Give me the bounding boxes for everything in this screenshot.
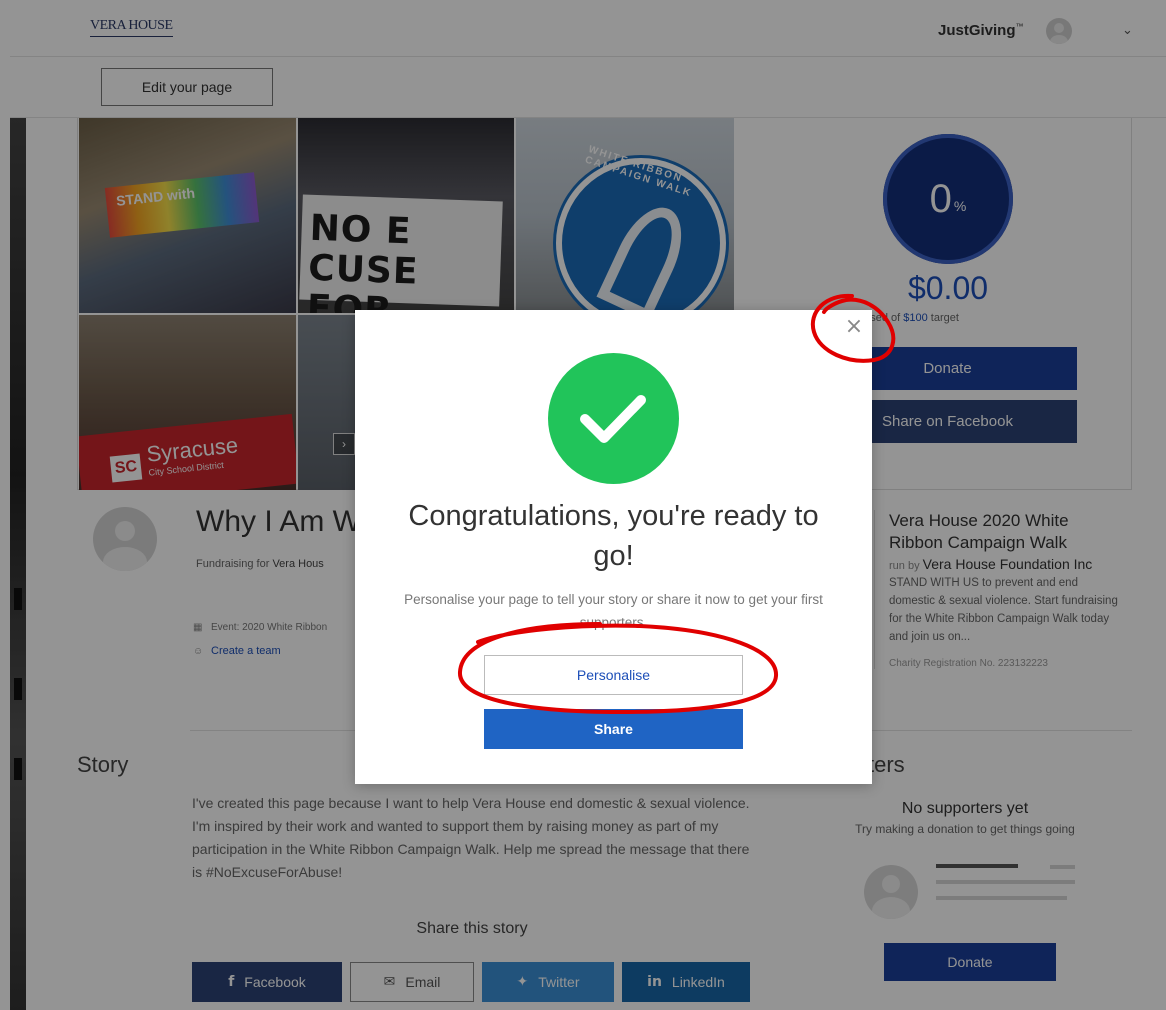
congratulations-modal: × Congratulations, you're ready to go! P…	[355, 310, 872, 784]
close-icon[interactable]: ×	[843, 316, 865, 338]
share-button[interactable]: Share	[484, 709, 743, 749]
success-check-icon	[548, 353, 679, 484]
modal-title: Congratulations, you're ready to go!	[408, 500, 819, 572]
personalise-button[interactable]: Personalise	[484, 655, 743, 695]
checkmark-icon	[580, 395, 646, 443]
modal-subtitle: Personalise your page to tell your story…	[404, 592, 823, 630]
